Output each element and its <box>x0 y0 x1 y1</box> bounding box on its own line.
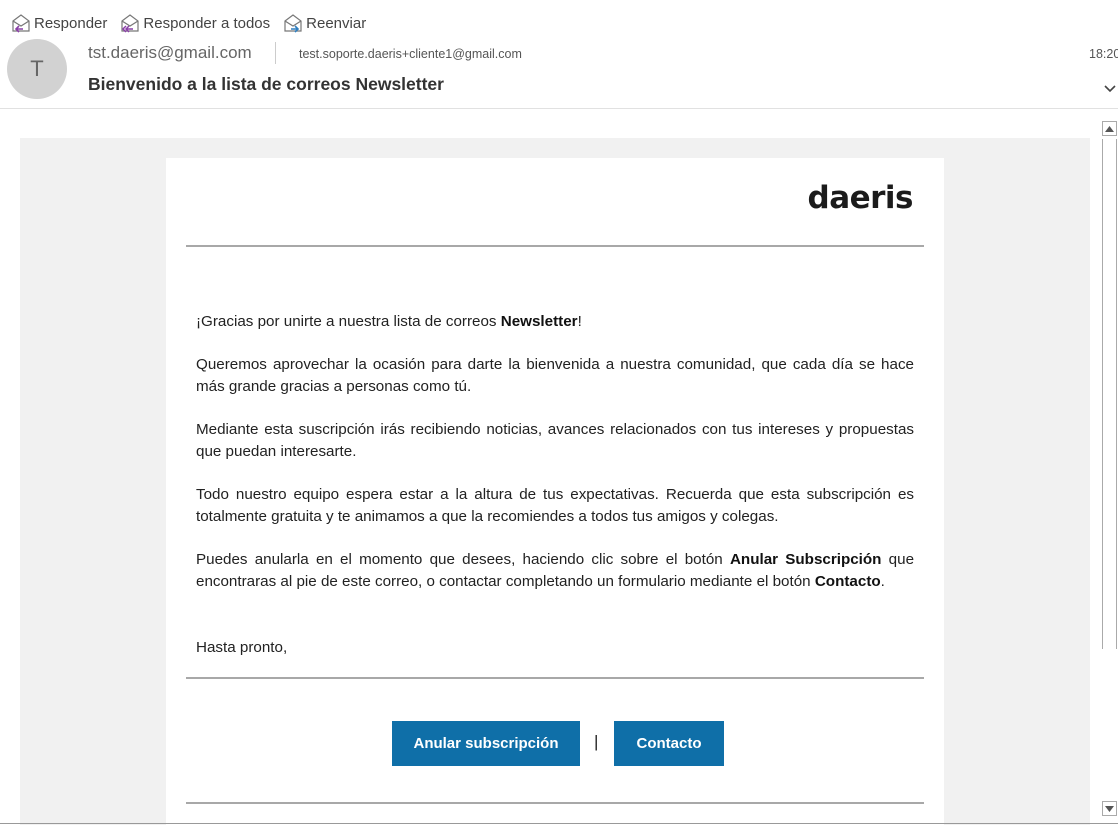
email-card: daeris ¡Gracias por unirte a nuestra lis… <box>166 158 944 825</box>
email-content: ¡Gracias por unirte a nuestra lista de c… <box>196 311 914 614</box>
bottom-divider <box>186 802 924 804</box>
unsubscribe-button[interactable]: Anular subscripción <box>392 721 580 766</box>
scroll-down-button[interactable] <box>1102 801 1117 816</box>
daeris-logo: daeris <box>807 180 914 216</box>
reply-all-button[interactable]: Responder a todos <box>119 13 270 33</box>
p5-bold-unsubscribe: Anular Subscripción <box>729 551 882 568</box>
recipient-address[interactable]: test.soporte.daeris+cliente1@gmail.com <box>299 47 522 61</box>
p5-a: Puedes anularla en el momento que desees… <box>196 551 730 568</box>
p1-text: ¡Gracias por unirte a nuestra lista de c… <box>196 313 501 330</box>
reply-all-icon <box>121 14 139 33</box>
button-separator: | <box>594 732 599 751</box>
p5-bold-contact: Contacto <box>814 573 881 590</box>
p1-end: ! <box>577 313 582 330</box>
scroll-thumb[interactable] <box>1102 139 1117 649</box>
header-separator <box>0 108 1118 109</box>
scroll-up-button[interactable] <box>1102 121 1117 136</box>
top-divider <box>186 245 924 247</box>
forward-label: Reenviar <box>306 14 367 32</box>
message-time: 18:20 <box>1089 47 1118 61</box>
reply-label: Responder <box>34 14 108 32</box>
window-bottom-edge <box>0 823 1118 824</box>
header-divider <box>275 42 276 64</box>
arrow-up-icon <box>1105 125 1114 132</box>
sender-avatar: T <box>7 39 67 99</box>
paragraph-3: Mediante esta suscripción irás recibiend… <box>196 421 914 460</box>
message-body-pane: daeris ¡Gracias por unirte a nuestra lis… <box>20 138 1090 825</box>
vertical-scrollbar[interactable] <box>1102 121 1118 819</box>
reading-toolbar: Responder Responder a todos Reenviar <box>10 12 378 34</box>
forward-button[interactable]: Reenviar <box>282 13 366 33</box>
reply-button[interactable]: Responder <box>10 13 107 33</box>
closing-text: Hasta pronto, <box>196 639 288 656</box>
chevron-down-icon[interactable] <box>1103 84 1117 94</box>
middle-divider <box>186 677 924 679</box>
contact-button[interactable]: Contacto <box>614 721 724 766</box>
sender-address[interactable]: tst.daeris@gmail.com <box>88 43 252 63</box>
p5-e: . <box>880 573 885 590</box>
arrow-down-icon <box>1105 805 1114 812</box>
paragraph-4: Todo nuestro equipo espera estar a la al… <box>196 486 914 525</box>
paragraph-1: ¡Gracias por unirte a nuestra lista de c… <box>196 311 914 333</box>
paragraph-5: Puedes anularla en el momento que desees… <box>196 549 914 593</box>
paragraph-2: Queremos aprovechar la ocasión para dart… <box>196 356 914 395</box>
reply-icon <box>12 14 30 33</box>
p1-bold: Newsletter <box>500 313 578 330</box>
reply-all-label: Responder a todos <box>143 14 271 32</box>
forward-icon <box>284 14 302 33</box>
message-subject: Bienvenido a la lista de correos Newslet… <box>88 74 444 94</box>
